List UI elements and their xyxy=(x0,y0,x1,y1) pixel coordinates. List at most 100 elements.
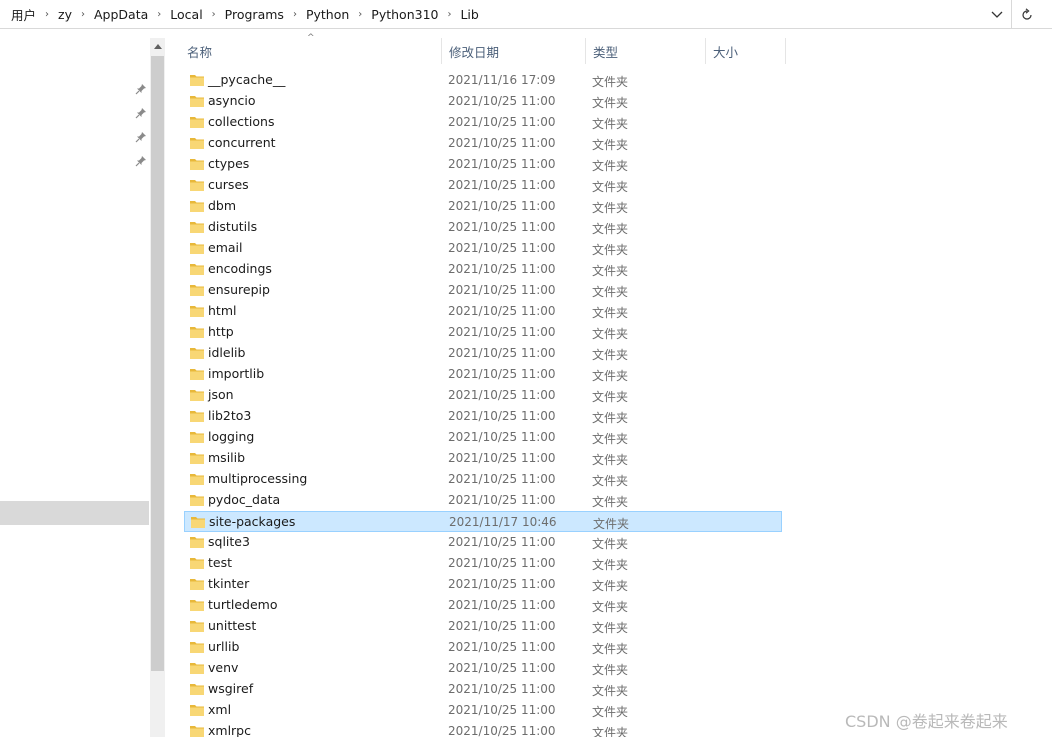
file-row[interactable]: dbm 2021/10/25 11:00 文件夹 xyxy=(184,196,782,217)
file-type: 文件夹 xyxy=(592,705,629,719)
file-row[interactable]: curses 2021/10/25 11:00 文件夹 xyxy=(184,175,782,196)
refresh-icon[interactable] xyxy=(1016,4,1038,26)
file-row[interactable]: sqlite3 2021/10/25 11:00 文件夹 xyxy=(184,532,782,553)
file-row[interactable]: logging 2021/10/25 11:00 文件夹 xyxy=(184,427,782,448)
file-row[interactable]: xml 2021/10/25 11:00 文件夹 xyxy=(184,700,782,721)
file-row[interactable]: importlib 2021/10/25 11:00 文件夹 xyxy=(184,364,782,385)
file-row[interactable]: test 2021/10/25 11:00 文件夹 xyxy=(184,553,782,574)
file-name: importlib xyxy=(208,366,265,381)
file-row[interactable]: multiprocessing 2021/10/25 11:00 文件夹 xyxy=(184,469,782,490)
file-row[interactable]: wsgiref 2021/10/25 11:00 文件夹 xyxy=(184,679,782,700)
breadcrumb-item[interactable]: Python310 xyxy=(368,7,441,22)
folder-icon xyxy=(189,429,205,445)
file-modified-date: 2021/10/25 11:00 xyxy=(448,409,556,423)
file-row[interactable]: collections 2021/10/25 11:00 文件夹 xyxy=(184,112,782,133)
file-row[interactable]: unittest 2021/10/25 11:00 文件夹 xyxy=(184,616,782,637)
file-type: 文件夹 xyxy=(592,327,629,341)
file-row[interactable]: email 2021/10/25 11:00 文件夹 xyxy=(184,238,782,259)
file-row[interactable]: tkinter 2021/10/25 11:00 文件夹 xyxy=(184,574,782,595)
file-type: 文件夹 xyxy=(592,600,629,614)
column-header-type[interactable]: 类型 xyxy=(586,38,706,64)
pin-icon[interactable] xyxy=(134,82,148,96)
file-modified-date: 2021/10/25 11:00 xyxy=(448,346,556,360)
file-row[interactable]: idlelib 2021/10/25 11:00 文件夹 xyxy=(184,343,782,364)
nav-item-selected[interactable] xyxy=(0,501,149,525)
file-name: venv xyxy=(208,660,239,675)
breadcrumb-item[interactable]: Programs xyxy=(222,7,287,22)
file-modified-date: 2021/10/25 11:00 xyxy=(448,94,556,108)
file-row[interactable]: xmlrpc 2021/10/25 11:00 文件夹 xyxy=(184,721,782,737)
column-header-name[interactable]: 名称 xyxy=(180,38,442,64)
breadcrumb-item[interactable]: Lib xyxy=(457,7,481,22)
scroll-thumb[interactable] xyxy=(151,56,164,671)
folder-icon xyxy=(189,450,205,466)
file-row[interactable]: encodings 2021/10/25 11:00 文件夹 xyxy=(184,259,782,280)
file-name: xmlrpc xyxy=(208,723,251,737)
file-modified-date: 2021/10/25 11:00 xyxy=(448,493,556,507)
breadcrumb-separator-icon[interactable]: › xyxy=(287,9,303,20)
file-name: test xyxy=(208,555,233,570)
file-row[interactable]: distutils 2021/10/25 11:00 文件夹 xyxy=(184,217,782,238)
file-row[interactable]: urllib 2021/10/25 11:00 文件夹 xyxy=(184,637,782,658)
file-type: 文件夹 xyxy=(592,306,629,320)
chevron-down-icon[interactable] xyxy=(986,4,1008,26)
file-type: 文件夹 xyxy=(592,159,629,173)
breadcrumb-separator-icon[interactable]: › xyxy=(352,9,368,20)
breadcrumb-separator-icon[interactable]: › xyxy=(75,9,91,20)
file-row[interactable]: msilib 2021/10/25 11:00 文件夹 xyxy=(184,448,782,469)
file-modified-date: 2021/10/25 11:00 xyxy=(448,619,556,633)
navigation-pane[interactable] xyxy=(0,30,150,737)
file-row[interactable]: json 2021/10/25 11:00 文件夹 xyxy=(184,385,782,406)
file-type: 文件夹 xyxy=(592,75,629,89)
file-name: site-packages xyxy=(209,514,296,529)
folder-icon xyxy=(189,345,205,361)
breadcrumb-separator-icon[interactable]: › xyxy=(39,9,55,20)
file-row[interactable]: html 2021/10/25 11:00 文件夹 xyxy=(184,301,782,322)
breadcrumb-item[interactable]: Python xyxy=(303,7,352,22)
pin-icon[interactable] xyxy=(134,130,148,144)
file-row[interactable]: __pycache__ 2021/11/16 17:09 文件夹 xyxy=(184,70,782,91)
breadcrumb-item[interactable]: zy xyxy=(55,7,75,22)
column-header-date[interactable]: 修改日期 xyxy=(442,38,586,64)
file-row[interactable]: venv 2021/10/25 11:00 文件夹 xyxy=(184,658,782,679)
file-modified-date: 2021/10/25 11:00 xyxy=(448,661,556,675)
nav-scrollbar[interactable] xyxy=(150,38,165,737)
file-name: dbm xyxy=(208,198,237,213)
folder-icon xyxy=(189,282,205,298)
column-header-size[interactable]: 大小 xyxy=(706,38,786,64)
file-row[interactable]: turtledemo 2021/10/25 11:00 文件夹 xyxy=(184,595,782,616)
breadcrumb-separator-icon[interactable]: › xyxy=(151,9,167,20)
scroll-up-icon[interactable] xyxy=(150,38,165,54)
file-row[interactable]: asyncio 2021/10/25 11:00 文件夹 xyxy=(184,91,782,112)
folder-icon xyxy=(189,114,205,130)
pin-icon[interactable] xyxy=(134,106,148,120)
file-name: asyncio xyxy=(208,93,256,108)
breadcrumb-item[interactable]: AppData xyxy=(91,7,151,22)
file-type: 文件夹 xyxy=(592,369,629,383)
file-type: 文件夹 xyxy=(592,285,629,299)
file-type: 文件夹 xyxy=(592,96,629,110)
folder-icon xyxy=(189,387,205,403)
file-type: 文件夹 xyxy=(592,663,629,677)
folder-icon xyxy=(189,471,205,487)
file-row[interactable]: pydoc_data 2021/10/25 11:00 文件夹 xyxy=(184,490,782,511)
file-row[interactable]: lib2to3 2021/10/25 11:00 文件夹 xyxy=(184,406,782,427)
file-row[interactable]: http 2021/10/25 11:00 文件夹 xyxy=(184,322,782,343)
breadcrumb-item[interactable]: 用户 xyxy=(8,5,39,24)
breadcrumb-separator-icon[interactable]: › xyxy=(441,9,457,20)
pin-icon[interactable] xyxy=(134,154,148,168)
file-modified-date: 2021/10/25 11:00 xyxy=(448,262,556,276)
breadcrumb-item[interactable]: Local xyxy=(167,7,205,22)
file-row[interactable]: site-packages 2021/11/17 10:46 文件夹 xyxy=(184,511,782,532)
file-row[interactable]: ensurepip 2021/10/25 11:00 文件夹 xyxy=(184,280,782,301)
file-type: 文件夹 xyxy=(592,474,629,488)
folder-icon xyxy=(189,156,205,172)
address-bar[interactable]: 用户 › zy › AppData › Local › Programs › Python › Pyth… xyxy=(0,0,1052,29)
file-row[interactable]: concurrent 2021/10/25 11:00 文件夹 xyxy=(184,133,782,154)
file-row[interactable]: ctypes 2021/10/25 11:00 文件夹 xyxy=(184,154,782,175)
breadcrumb-separator-icon[interactable]: › xyxy=(206,9,222,20)
address-divider xyxy=(1011,0,1012,28)
file-name: json xyxy=(208,387,234,402)
file-name: pydoc_data xyxy=(208,492,281,507)
file-modified-date: 2021/10/25 11:00 xyxy=(448,535,556,549)
